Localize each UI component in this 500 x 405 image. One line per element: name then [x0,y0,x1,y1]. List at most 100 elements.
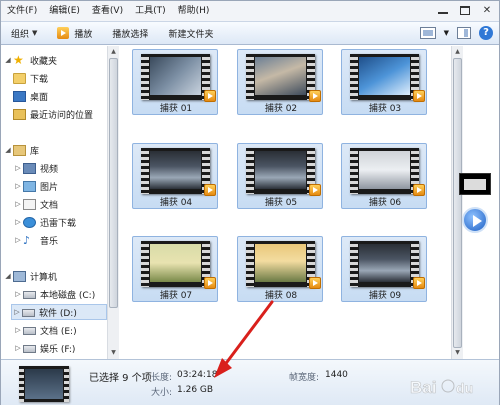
play-selection-button[interactable]: 播放选择 [102,21,158,45]
nav-music-label: 音乐 [40,236,59,247]
nav-xunlei-label: 迅雷下载 [40,218,77,229]
nav-desktop[interactable]: 桌面 [13,88,48,104]
file-name: 捕获 07 [159,291,193,301]
play-circle-icon[interactable] [462,207,488,233]
filmstrip-icon [246,54,254,100]
scroll-down-icon[interactable]: ▼ [109,348,118,358]
menu-bar: 文件(F) 编辑(E) 查看(V) 工具(T) 帮助(H) ✕ [1,1,499,21]
video-thumbnail [141,54,216,102]
file-name: 捕获 08 [264,291,298,301]
nav-documents[interactable]: ▷ 文档 [13,196,58,212]
minimize-button[interactable] [435,3,451,17]
file-list: 捕获 01 捕获 02 捕获 03 捕获 04 捕获 05 捕获 06 捕获 07 捕获 08… [119,46,451,359]
size-value: 1.26 GB [177,385,214,395]
maximize-button[interactable] [457,3,473,17]
file-tile[interactable]: 捕获 08 [237,236,323,302]
nav-scrollbar[interactable]: ▲ ▼ [107,46,119,359]
expand-arrow-icon[interactable]: ▷ [12,308,22,316]
minimize-icon [438,12,448,14]
expand-arrow-icon[interactable]: ▷ [13,200,23,208]
expand-arrow-icon[interactable]: ▷ [13,290,23,298]
explorer-window: 文件(F) 编辑(E) 查看(V) 工具(T) 帮助(H) ✕ 组织 ▼ 播放 … [0,0,500,405]
scroll-down-icon[interactable]: ▼ [453,348,462,358]
nav-downloads-label: 下载 [30,74,49,85]
menu-view[interactable]: 查看(V) [86,1,129,21]
file-tile[interactable]: 捕获 04 [132,143,218,209]
hard-drive-icon [23,327,36,335]
details-thumbnail-screen [25,369,63,399]
new-folder-label: 新建文件夹 [168,29,214,40]
nav-recent[interactable]: 最近访问的位置 [13,106,93,122]
videos-library-icon [23,162,36,174]
preview-pane-icon[interactable] [457,27,471,39]
collapse-arrow-icon[interactable]: ◢ [3,56,13,64]
nav-libraries[interactable]: ◢ 库 [3,142,39,158]
file-tile[interactable]: 捕获 09 [341,236,427,302]
nav-drive-f[interactable]: ▷ 娱乐 (F:) [13,340,75,356]
filmstrip-icon [246,241,254,287]
video-thumbnail [141,241,216,289]
computer-icon [13,270,26,282]
length-label: 长度: [151,373,173,383]
menu-tools[interactable]: 工具(T) [129,1,172,21]
documents-library-icon [23,198,36,210]
expand-arrow-icon[interactable]: ▷ [13,236,23,244]
content-scroll-thumb[interactable] [453,58,462,348]
play-button[interactable]: 播放 [47,21,102,45]
file-tile[interactable]: 捕获 06 [341,143,427,209]
nav-downloads[interactable]: 下载 [13,70,48,86]
expand-arrow-icon[interactable]: ▷ [13,218,23,226]
menu-edit[interactable]: 编辑(E) [43,1,86,21]
hard-drive-icon [23,345,36,353]
toolbar-right: ▼ ? [419,26,493,40]
nav-drive-e-label: 文档 (E:) [40,326,77,337]
organize-button[interactable]: 组织 ▼ [1,21,47,45]
view-options-chevron-icon[interactable]: ▼ [444,29,449,37]
svg-text:du: du [456,380,473,396]
file-name: 捕获 04 [159,198,193,208]
help-icon[interactable]: ? [479,26,493,40]
nav-music[interactable]: ▷ ♪ 音乐 [13,232,58,248]
details-thumbnail [19,366,69,402]
file-tile[interactable]: 捕获 01 [132,49,218,115]
right-gutter [463,46,499,359]
expand-arrow-icon[interactable]: ▷ [13,326,23,334]
file-tile[interactable]: 捕获 03 [341,49,427,115]
collapse-arrow-icon[interactable]: ◢ [3,272,13,280]
nav-videos[interactable]: ▷ 视频 [13,160,58,176]
expand-arrow-icon[interactable]: ▷ [13,182,23,190]
filmstrip-icon [246,148,254,194]
video-thumbnail [350,148,425,196]
nav-drive-f-label: 娱乐 (F:) [40,344,76,355]
nav-pictures[interactable]: ▷ 图片 [13,178,58,194]
content-scrollbar[interactable]: ▲ ▼ [451,46,463,359]
file-name: 捕获 03 [368,104,402,114]
frame-width-value: 1440 [325,370,348,380]
nav-drive-c[interactable]: ▷ 本地磁盘 (C:) [13,286,95,302]
expand-arrow-icon[interactable]: ▷ [13,164,23,172]
new-folder-button[interactable]: 新建文件夹 [158,21,223,45]
nav-scroll-thumb[interactable] [109,58,118,308]
thumbnail-screen [150,244,201,282]
file-tile[interactable]: 捕获 02 [237,49,323,115]
nav-computer-label: 计算机 [30,272,58,283]
file-tile[interactable]: 捕获 05 [237,143,323,209]
scroll-up-icon[interactable]: ▲ [453,47,462,57]
collapse-arrow-icon[interactable]: ◢ [3,146,13,154]
expand-arrow-icon[interactable]: ▷ [13,344,23,352]
video-thumbnail [246,148,321,196]
nav-xunlei[interactable]: ▷ 迅雷下载 [13,214,76,230]
change-view-icon[interactable] [419,27,436,39]
nav-computer[interactable]: ◢ 计算机 [3,268,57,284]
scroll-up-icon[interactable]: ▲ [109,47,118,57]
video-thumbnail [141,148,216,196]
file-tile[interactable]: 捕获 07 [132,236,218,302]
nav-drive-e[interactable]: ▷ 文档 (E:) [13,322,77,338]
close-icon: ✕ [482,4,492,16]
selected-count: 已选择 9 个项 [89,373,152,384]
close-button[interactable]: ✕ [479,3,495,17]
nav-drive-d[interactable]: ▷ 软件 (D:) [11,304,107,320]
menu-help[interactable]: 帮助(H) [172,1,216,21]
menu-file[interactable]: 文件(F) [1,1,43,21]
nav-favorites[interactable]: ◢ ★ 收藏夹 [3,52,57,68]
